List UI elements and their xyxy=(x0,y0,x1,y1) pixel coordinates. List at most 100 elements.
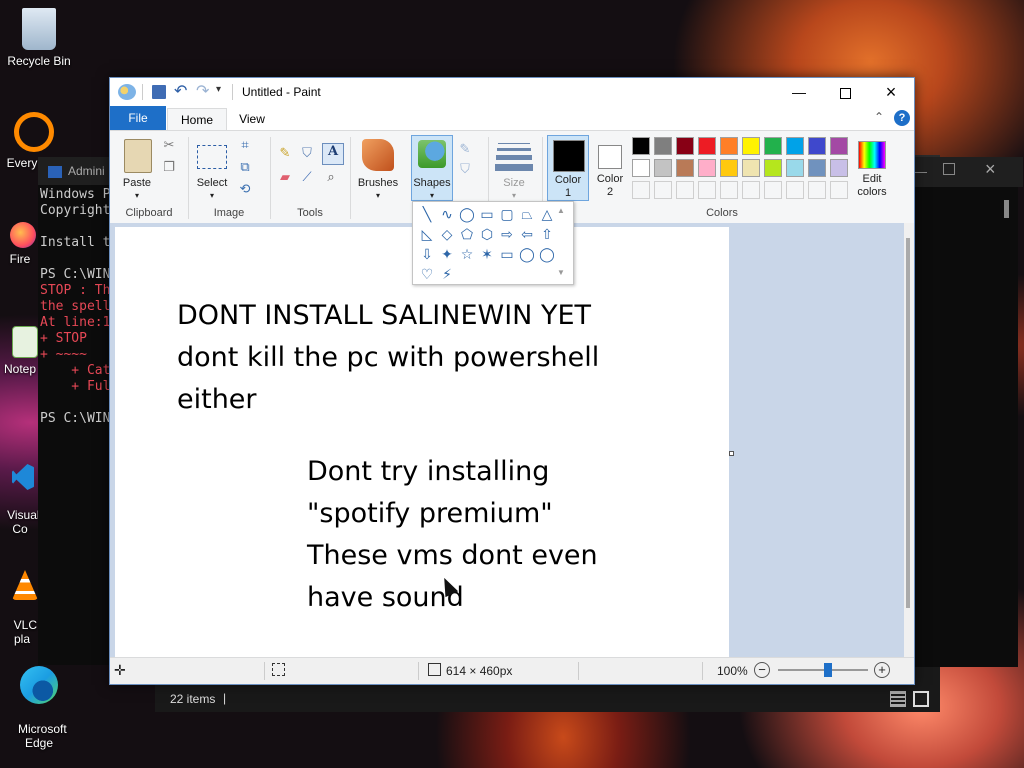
shape-rounded-rectangle-icon[interactable]: ▢ xyxy=(499,206,515,222)
paint-window[interactable]: ↶ ↷ ▾ Untitled - Paint — × File Home Vie… xyxy=(109,77,915,685)
shape-five-point-star-icon[interactable]: ☆ xyxy=(459,246,475,262)
minimize-button[interactable]: — xyxy=(776,78,822,106)
maximize-icon[interactable] xyxy=(943,163,955,175)
palette-empty-slot[interactable] xyxy=(764,181,782,199)
palette-swatch[interactable] xyxy=(830,159,848,177)
details-view-button[interactable] xyxy=(890,691,906,707)
minimize-icon[interactable]: — xyxy=(913,163,927,179)
palette-swatch[interactable] xyxy=(698,159,716,177)
palette-swatch[interactable] xyxy=(720,137,738,155)
undo-icon[interactable]: ↶ xyxy=(174,81,187,101)
zoom-out-button[interactable]: − xyxy=(754,662,770,678)
tab-view[interactable]: View xyxy=(228,108,276,130)
drawing-canvas[interactable]: DONT INSTALL SALINEWIN YET dont kill the… xyxy=(115,227,729,657)
palette-swatch[interactable] xyxy=(654,137,672,155)
canvas-resize-handle[interactable] xyxy=(729,451,734,456)
palette-empty-slot[interactable] xyxy=(698,181,716,199)
magnifier-icon[interactable]: ⌕ xyxy=(322,169,340,185)
outline-icon[interactable]: ✎ xyxy=(456,141,474,157)
scroll-thumb[interactable] xyxy=(906,238,910,608)
close-icon[interactable]: × xyxy=(985,159,996,180)
shape-line-icon[interactable]: ╲ xyxy=(419,206,435,222)
palette-empty-slot[interactable] xyxy=(632,181,650,199)
tab-file[interactable]: File xyxy=(110,106,166,130)
gallery-scroll-down-icon[interactable]: ▼ xyxy=(557,268,565,277)
edit-colors-button[interactable]: Edit colors xyxy=(850,135,894,201)
paste-button[interactable]: Paste ▾ xyxy=(116,135,158,201)
pencil-icon[interactable]: ✎ xyxy=(276,145,294,161)
desktop-icon-firefox[interactable]: Fire xyxy=(0,222,40,266)
palette-empty-slot[interactable] xyxy=(808,181,826,199)
zoom-slider[interactable] xyxy=(778,663,868,677)
shape-down-arrow-icon[interactable]: ⇩ xyxy=(419,246,435,262)
fill-icon[interactable]: ⛉ xyxy=(298,145,316,161)
large-icons-view-button[interactable] xyxy=(913,691,929,707)
palette-swatch[interactable] xyxy=(632,159,650,177)
cut-icon[interactable]: ✂ xyxy=(160,137,178,153)
text-icon[interactable]: A xyxy=(322,143,344,165)
desktop-icon-visual-studio-code[interactable]: Visual Co xyxy=(0,436,40,536)
fill-shape-icon[interactable]: ⛉ xyxy=(456,161,474,177)
close-button[interactable]: × xyxy=(868,78,914,106)
palette-swatch[interactable] xyxy=(698,137,716,155)
palette-swatch[interactable] xyxy=(676,159,694,177)
shape-right-arrow-icon[interactable]: ⇨ xyxy=(499,226,515,242)
palette-empty-slot[interactable] xyxy=(720,181,738,199)
shape-rounded-callout-icon[interactable]: ▭ xyxy=(499,246,515,262)
shapes-button[interactable]: Shapes ▾ xyxy=(411,135,453,201)
desktop-icon-notepad[interactable]: Notep xyxy=(0,326,40,376)
shape-oval-callout-icon[interactable]: ◯ xyxy=(519,246,535,262)
shapes-gallery[interactable]: ╲ ∿ ◯ ▭ ▢ ⏢ △ ◺ ◇ ⬠ ⬡ ⇨ ⇦ ⇧ ⇩ ✦ ☆ ✶ ▭ ◯ ◯ ♡ ⚡ ▲ ▼ xyxy=(412,201,574,285)
shape-triangle-icon[interactable]: △ xyxy=(539,206,555,222)
palette-empty-slot[interactable] xyxy=(786,181,804,199)
resize-icon[interactable]: ⧉ xyxy=(236,159,254,175)
maximize-button[interactable] xyxy=(822,78,868,106)
palette-empty-slot[interactable] xyxy=(654,181,672,199)
shape-polygon-icon[interactable]: ⏢ xyxy=(519,206,535,222)
save-icon[interactable] xyxy=(152,85,166,99)
palette-swatch[interactable] xyxy=(632,137,650,155)
shape-oval-icon[interactable]: ◯ xyxy=(459,206,475,222)
desktop-icon-recycle-bin[interactable]: Recycle Bin xyxy=(6,8,72,68)
shape-pentagon-icon[interactable]: ⬠ xyxy=(459,226,475,242)
select-button[interactable]: Select ▾ xyxy=(194,135,230,201)
vertical-scrollbar[interactable] xyxy=(904,223,914,657)
shape-lightning-icon[interactable]: ⚡ xyxy=(439,266,455,282)
palette-swatch[interactable] xyxy=(808,159,826,177)
shape-diamond-icon[interactable]: ◇ xyxy=(439,226,455,242)
color2-button[interactable]: Color 2 xyxy=(592,135,628,201)
shape-heart-icon[interactable]: ♡ xyxy=(419,266,435,282)
palette-swatch[interactable] xyxy=(720,159,738,177)
copy-icon[interactable]: ❐ xyxy=(160,159,178,175)
palette-swatch[interactable] xyxy=(786,137,804,155)
shape-hexagon-icon[interactable]: ⬡ xyxy=(479,226,495,242)
color1-button[interactable]: Color 1 xyxy=(547,135,589,201)
brushes-button[interactable]: Brushes ▾ xyxy=(354,135,402,201)
palette-swatch[interactable] xyxy=(808,137,826,155)
eraser-icon[interactable]: ▰ xyxy=(276,169,294,185)
zoom-slider-thumb[interactable] xyxy=(823,663,832,677)
help-icon[interactable]: ? xyxy=(894,110,910,126)
palette-swatch[interactable] xyxy=(764,159,782,177)
rotate-icon[interactable]: ⟲ xyxy=(236,181,254,197)
palette-empty-slot[interactable] xyxy=(676,181,694,199)
palette-swatch[interactable] xyxy=(764,137,782,155)
palette-swatch[interactable] xyxy=(676,137,694,155)
tab-home[interactable]: Home xyxy=(167,108,227,131)
shape-curve-icon[interactable]: ∿ xyxy=(439,206,455,222)
collapse-ribbon-icon[interactable]: ⌃ xyxy=(874,110,884,124)
shape-right-triangle-icon[interactable]: ◺ xyxy=(419,226,435,242)
palette-swatch[interactable] xyxy=(654,159,672,177)
redo-icon[interactable]: ↷ xyxy=(196,81,209,101)
zoom-in-button[interactable]: + xyxy=(874,662,890,678)
gallery-scroll-up-icon[interactable]: ▲ xyxy=(557,206,565,215)
size-button[interactable]: Size ▾ xyxy=(494,135,534,201)
shape-four-point-star-icon[interactable]: ✦ xyxy=(439,246,455,262)
shape-up-arrow-icon[interactable]: ⇧ xyxy=(539,226,555,242)
shape-rectangle-icon[interactable]: ▭ xyxy=(479,206,495,222)
palette-swatch[interactable] xyxy=(742,159,760,177)
palette-empty-slot[interactable] xyxy=(830,181,848,199)
shape-left-arrow-icon[interactable]: ⇦ xyxy=(519,226,535,242)
palette-swatch[interactable] xyxy=(830,137,848,155)
shape-cloud-callout-icon[interactable]: ◯ xyxy=(539,246,555,262)
